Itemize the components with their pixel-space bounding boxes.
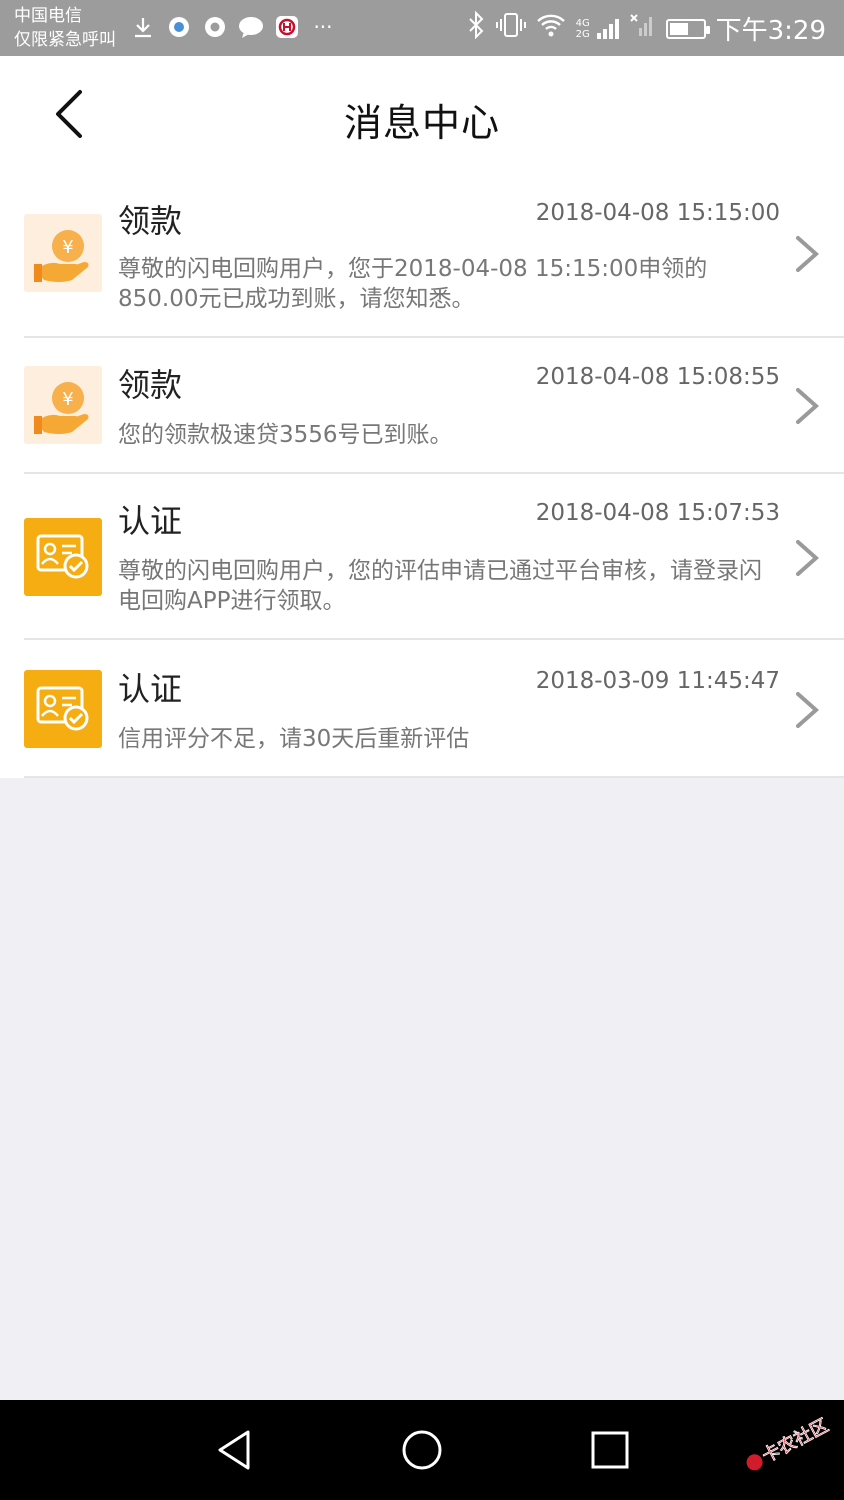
message-icon: [238, 14, 264, 40]
chevron-right-icon: [796, 388, 820, 424]
navigation-header: 消息中心: [0, 56, 844, 174]
system-status: 4G 2G 下午3:29: [466, 10, 826, 47]
svg-text:卡农社区: 卡农社区: [759, 1415, 832, 1467]
chat-app-icon: [202, 14, 228, 40]
emergency-only-label: 仅限紧急呼叫: [14, 30, 116, 50]
battery-icon: [665, 18, 710, 39]
message-body: 信用评分不足，请30天后重新评估: [118, 726, 470, 752]
message-title: 领款: [118, 202, 183, 240]
svg-text:¥: ¥: [62, 237, 73, 258]
notification-icons: ···: [130, 14, 336, 40]
nav-recents-icon[interactable]: [586, 1426, 634, 1474]
message-item[interactable]: ¥ 领款 2018-04-08 15:15:00 尊敬的闪电回购用户，您于201…: [0, 174, 844, 338]
vibrate-icon: [495, 11, 526, 46]
message-item[interactable]: 认证 2018-03-09 11:45:47 信用评分不足，请30天后重新评估: [0, 640, 844, 778]
certification-icon: [24, 518, 102, 596]
message-time: 2018-04-08 15:15:00: [535, 200, 780, 226]
carrier-info: 中国电信 仅限紧急呼叫: [14, 4, 116, 52]
no-signal-icon: [629, 12, 656, 45]
browser-icon: [166, 14, 192, 40]
bank-app-icon: [274, 14, 300, 40]
message-body: 尊敬的闪电回购用户，您于2018-04-08 15:15:00申领的850.00…: [118, 256, 708, 312]
message-title: 认证: [118, 670, 183, 708]
battery-level: [669, 22, 688, 35]
message-time: 2018-04-08 15:07:53: [535, 500, 780, 526]
nav-home-icon[interactable]: [398, 1426, 446, 1474]
system-nav-bar: [0, 1400, 844, 1500]
network-signal-icon: 4G 2G: [576, 17, 620, 41]
message-body: 您的领款极速贷3556号已到账。: [118, 422, 453, 448]
carrier-name: 中国电信: [14, 6, 82, 26]
money-icon: ¥: [24, 214, 102, 292]
message-title: 领款: [118, 366, 183, 404]
more-notifications-icon: ···: [313, 15, 333, 39]
message-body: 尊敬的闪电回购用户，您的评估申请已通过平台审核，请登录闪电回购APP进行领取。: [118, 558, 762, 614]
message-item[interactable]: ¥ 领款 2018-04-08 15:08:55 您的领款极速贷3556号已到账…: [0, 338, 844, 474]
divider: [24, 776, 844, 778]
svg-text:¥: ¥: [62, 389, 73, 410]
message-title: 认证: [118, 502, 183, 540]
download-icon: [130, 14, 156, 40]
page-title: 消息中心: [343, 101, 500, 145]
chevron-right-icon: [796, 236, 820, 272]
money-icon: ¥: [24, 366, 102, 444]
status-bar: 中国电信 仅限紧急呼叫 ··· 4G 2G 下午3:29: [0, 0, 844, 56]
message-time: 2018-03-09 11:45:47: [535, 668, 780, 694]
bluetooth-icon: [466, 10, 486, 46]
message-time: 2018-04-08 15:08:55: [535, 364, 780, 390]
message-list: ¥ 领款 2018-04-08 15:15:00 尊敬的闪电回购用户，您于201…: [0, 174, 844, 778]
chevron-right-icon: [796, 540, 820, 576]
wifi-icon: [536, 12, 566, 45]
watermark-logo: 卡农社区: [746, 1415, 833, 1471]
chevron-right-icon: [796, 692, 820, 728]
message-item[interactable]: 认证 2018-04-08 15:07:53 尊敬的闪电回购用户，您的评估申请已…: [0, 474, 844, 640]
nav-back-icon[interactable]: [210, 1426, 258, 1474]
network-type-label: 4G 2G: [575, 17, 590, 40]
certification-icon: [24, 670, 102, 748]
clock: 下午3:29: [715, 16, 826, 46]
